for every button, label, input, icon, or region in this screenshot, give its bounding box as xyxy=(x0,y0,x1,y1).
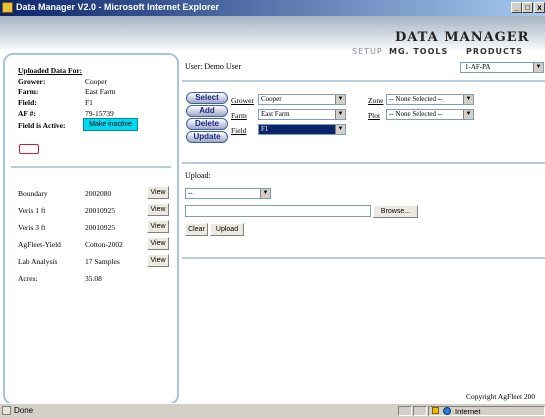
upload-file-input[interactable] xyxy=(185,205,371,217)
close-button[interactable]: x xyxy=(534,2,545,13)
zone-select-value: -- None Selected -- xyxy=(389,95,443,103)
chevron-down-icon: ▼ xyxy=(335,95,345,104)
view-veris1-button[interactable]: View xyxy=(147,203,169,216)
dataset-value: 2002080 xyxy=(85,189,112,198)
globe-icon xyxy=(443,407,451,415)
color-swatch xyxy=(19,144,39,154)
dataset-name: Veris 1 ft xyxy=(18,206,46,215)
dataset-value: Cotton-2002 xyxy=(85,240,123,249)
dataset-value: 20010925 xyxy=(85,223,115,232)
acres-value: 35.08 xyxy=(85,274,102,283)
user-account-select[interactable]: 1-AF-PA ▼ xyxy=(460,62,544,73)
internet-zone-label: Internet xyxy=(455,407,481,416)
dataset-name: Veris 3 ft xyxy=(18,223,46,232)
chevron-down-icon: ▼ xyxy=(463,95,473,104)
farm-select-value: East Farm xyxy=(261,110,290,118)
status-bar: Done Internet xyxy=(0,403,545,418)
chevron-down-icon: ▼ xyxy=(335,110,345,119)
field-value: F1 xyxy=(85,98,93,107)
user-select-value: 1-AF-PA xyxy=(465,63,491,71)
clear-button[interactable]: Clear xyxy=(185,223,208,236)
dataset-value: 17 Samples xyxy=(85,257,120,266)
delete-button[interactable]: Delete xyxy=(186,118,228,130)
plot-label: Plot xyxy=(368,111,381,120)
field-select[interactable]: F1 ▼ xyxy=(258,124,346,135)
summary-heading: Uploaded Data For: xyxy=(18,66,83,75)
add-button[interactable]: Add xyxy=(186,105,228,117)
chevron-down-icon: ▼ xyxy=(463,110,473,119)
view-veris3-button[interactable]: View xyxy=(147,220,169,233)
nav-setup[interactable]: Setup xyxy=(352,47,383,56)
select-button[interactable]: Select xyxy=(186,92,228,104)
field-field-label: Field xyxy=(231,126,247,135)
status-cell xyxy=(398,406,412,416)
grower-label: Grower: xyxy=(18,77,46,86)
zone-label: Zone xyxy=(368,96,384,105)
window-title: Data Manager V2.0 - Microsoft Internet E… xyxy=(16,2,220,12)
section-divider xyxy=(182,162,545,164)
make-inactive-button[interactable]: Make inactive xyxy=(83,118,138,131)
farm-value: East Farm xyxy=(85,87,116,96)
upload-type-select[interactable]: -- ▼ xyxy=(185,188,271,199)
grower-value: Cooper xyxy=(85,77,108,86)
upload-divider xyxy=(182,257,545,259)
nav-products[interactable]: Products xyxy=(466,47,523,56)
upload-type-value: -- xyxy=(188,189,193,197)
uploaded-data-panel: Uploaded Data For: Grower: Cooper Farm: … xyxy=(3,53,179,403)
acres-label: Acres: xyxy=(18,274,38,283)
grower-select-value: Cooper xyxy=(261,95,282,103)
field-label: Field: xyxy=(18,98,37,107)
page-icon xyxy=(2,406,11,415)
copyright-text: Copyright AgFleet 200 xyxy=(466,392,536,401)
grower-select[interactable]: Cooper ▼ xyxy=(258,94,346,105)
maximize-button[interactable]: □ xyxy=(522,2,533,13)
dataset-name: AgFleet-Yield xyxy=(18,240,61,249)
field-select-value: F1 xyxy=(261,125,269,133)
security-zone: Internet xyxy=(428,406,545,416)
ie-icon xyxy=(2,2,13,13)
zone-select[interactable]: -- None Selected -- ▼ xyxy=(386,94,474,105)
update-button[interactable]: Update xyxy=(186,131,228,143)
upload-label: Upload: xyxy=(185,171,211,180)
chevron-down-icon: ▼ xyxy=(335,125,345,134)
lock-icon xyxy=(432,407,439,414)
farm-field-label: Farm xyxy=(231,111,247,120)
user-label: User: Demo User xyxy=(185,62,241,71)
farm-select[interactable]: East Farm ▼ xyxy=(258,109,346,120)
page-content: Data Manager Setup Mg. Tools Products Up… xyxy=(0,16,545,403)
view-boundary-button[interactable]: View xyxy=(147,186,169,199)
plot-select-value: -- None Selected -- xyxy=(389,110,443,118)
view-lab-analysis-button[interactable]: View xyxy=(147,254,169,267)
dataset-name: Boundary xyxy=(18,189,48,198)
dataset-value: 20010925 xyxy=(85,206,115,215)
header-divider xyxy=(182,80,545,82)
plot-select[interactable]: -- None Selected -- ▼ xyxy=(386,109,474,120)
brand-title: Data Manager xyxy=(395,30,530,45)
minimize-button[interactable]: _ xyxy=(511,2,522,13)
field-active-label: Field is Active: xyxy=(18,121,66,130)
af-number-value: 79-15739 xyxy=(85,109,114,118)
panel-divider xyxy=(11,166,171,168)
upload-button[interactable]: Upload xyxy=(210,223,244,236)
farm-label: Farm: xyxy=(18,87,39,96)
status-text: Done xyxy=(14,406,34,415)
view-yield-button[interactable]: View xyxy=(147,237,169,250)
grower-field-label: Grower xyxy=(231,96,254,105)
af-number-label: AF #: xyxy=(18,109,36,118)
status-cell xyxy=(413,406,427,416)
browse-button[interactable]: Browse... xyxy=(373,205,418,218)
dataset-name: Lab Analysis xyxy=(18,257,58,266)
title-bar: Data Manager V2.0 - Microsoft Internet E… xyxy=(0,0,545,16)
chevron-down-icon: ▼ xyxy=(260,189,270,198)
nav-mg-tools[interactable]: Mg. Tools xyxy=(389,47,448,56)
chevron-down-icon: ▼ xyxy=(533,63,543,72)
